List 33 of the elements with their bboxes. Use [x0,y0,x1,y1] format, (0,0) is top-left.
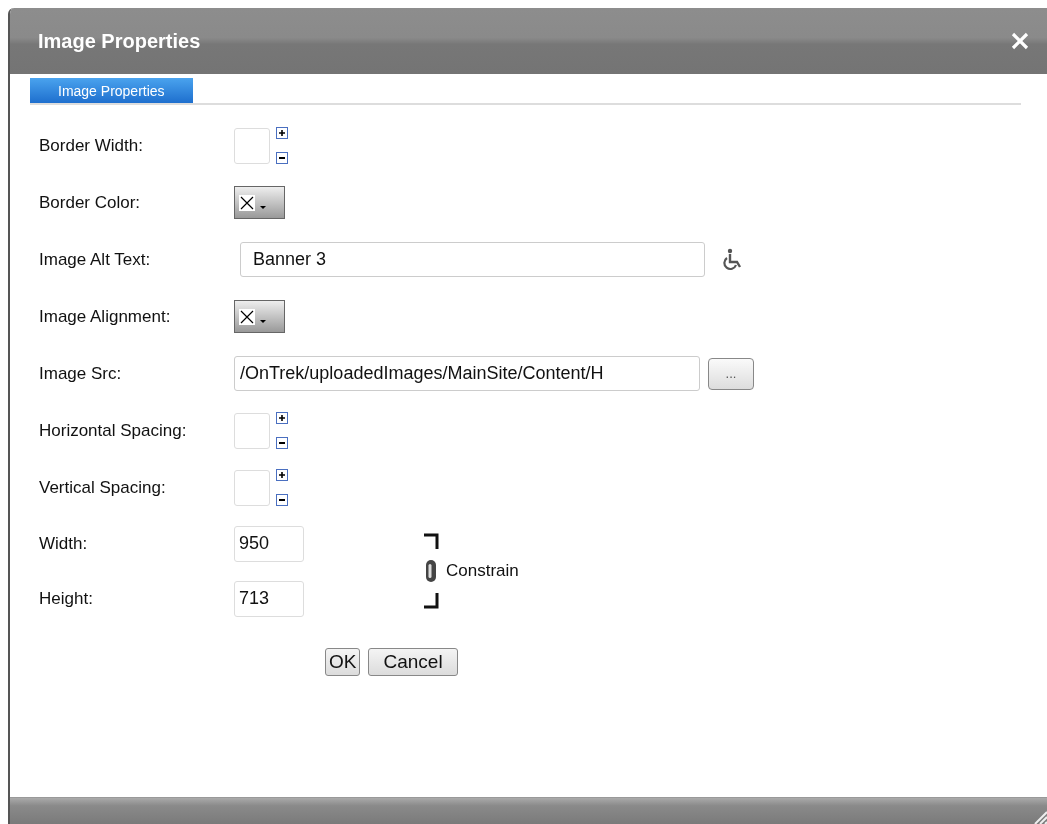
field-label: Image Alignment: [39,306,172,327]
field-label: Height: [39,588,94,609]
number-field[interactable] [234,469,270,506]
wheelchair-icon[interactable] [721,247,743,272]
tab[interactable]: Image Properties [30,78,193,103]
cancel-button[interactable]: Cancel [368,648,458,676]
minus-icon[interactable] [276,437,288,449]
field-label: Width: [39,533,89,554]
dropdown-button[interactable] [234,300,285,333]
number-field[interactable]: 713 [234,580,304,617]
dialog-title: Image Properties [38,29,201,53]
plus-icon[interactable] [276,412,288,424]
field-label: Border Color: [39,192,142,213]
dropdown-button[interactable] [234,186,285,219]
close-icon[interactable] [1011,32,1029,50]
field-label: Image Alt Text: [39,249,152,270]
minus-icon[interactable] [276,152,288,164]
field-label: Horizontal Spacing: [39,420,188,441]
number-field[interactable]: 950 [234,525,304,562]
field-label: Image Src: [39,363,123,384]
minus-icon[interactable] [276,494,288,506]
constrain-label: Constrain [446,561,519,581]
ok-button[interactable]: OK [325,648,361,676]
number-field[interactable] [234,412,270,449]
plus-icon[interactable] [276,469,288,481]
field-label: Border Width: [39,135,144,156]
text-field[interactable]: Banner 3 [240,242,705,277]
plus-icon[interactable] [276,127,288,139]
constrain-link-icon[interactable] [422,533,440,609]
field-label: Vertical Spacing: [39,477,167,498]
text-field[interactable]: /OnTrek/uploadedImages/MainSite/Content/H [234,356,700,391]
browse-button[interactable]: ... [708,357,754,390]
number-field[interactable] [234,127,270,164]
